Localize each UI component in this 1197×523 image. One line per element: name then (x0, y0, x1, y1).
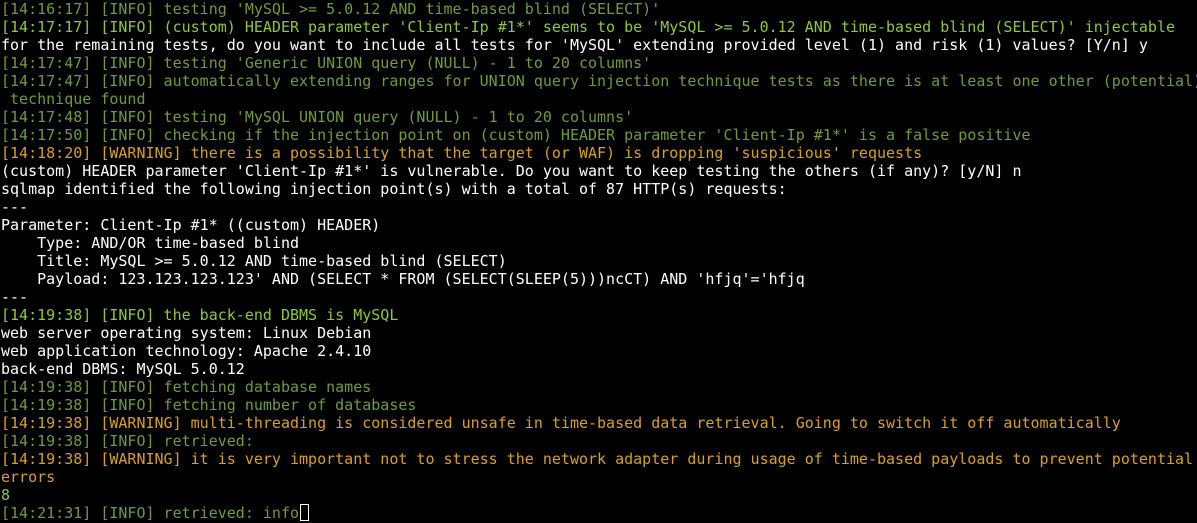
log-text: technique found (1, 90, 146, 108)
injection-type: Type: AND/OR time-based blind (1, 234, 1197, 252)
log-line: [14:17:47] [INFO] automatically extendin… (1, 72, 1197, 90)
log-text: [14:19:38] [INFO] fetching number of dat… (1, 396, 417, 414)
log-text: for the remaining tests, do you want to … (1, 36, 1148, 54)
log-text: Type: AND/OR time-based blind (1, 234, 300, 252)
log-text: [14:19:38] [INFO] retrieved: (1, 432, 254, 450)
warning-line: [14:19:38] [WARNING] it is very importan… (1, 450, 1197, 468)
injection-parameter: Parameter: Client-Ip #1* ((custom) HEADE… (1, 216, 1197, 234)
log-text: [14:19:38] [INFO] the back-end DBMS is M… (1, 306, 399, 324)
log-text: [14:17:47] [INFO] testing 'Generic UNION… (1, 54, 652, 72)
prompt-line: for the remaining tests, do you want to … (1, 36, 1197, 54)
log-text: errors (1, 468, 56, 486)
injection-title: Title: MySQL >= 5.0.12 AND time-based bl… (1, 252, 1197, 270)
log-text: [14:19:38] [WARNING] it is very importan… (1, 450, 1194, 468)
separator-line: --- (1, 288, 1197, 306)
log-line: [14:17:50] [INFO] checking if the inject… (1, 126, 1197, 144)
warning-line: [14:18:20] [WARNING] there is a possibil… (1, 144, 1197, 162)
output-line: 8 (1, 486, 1197, 504)
log-text: [14:16:17] [INFO] testing 'MySQL >= 5.0.… (1, 0, 661, 18)
log-text: [14:17:50] [INFO] checking if the inject… (1, 126, 1031, 144)
prompt-line: (custom) HEADER parameter 'Client-Ip #1*… (1, 162, 1197, 180)
log-text: web application technology: Apache 2.4.1… (1, 342, 372, 360)
log-line: [14:17:48] [INFO] testing 'MySQL UNION q… (1, 108, 1197, 126)
log-text: [14:21:31] [INFO] retrieved: info (1, 504, 300, 522)
log-text: [14:17:47] [INFO] automatically extendin… (1, 72, 1197, 90)
output-line: sqlmap identified the following injectio… (1, 180, 1197, 198)
log-line: [14:19:38] [INFO] the back-end DBMS is M… (1, 306, 1197, 324)
log-line: [14:19:38] [INFO] fetching number of dat… (1, 396, 1197, 414)
warning-line: errors (1, 468, 1197, 486)
log-text: [14:17:48] [INFO] testing 'MySQL UNION q… (1, 108, 634, 126)
log-text: Payload: 123.123.123.123' AND (SELECT * … (1, 270, 805, 288)
log-text: [14:18:20] [WARNING] there is a possibil… (1, 144, 923, 162)
log-line: [14:17:47] [INFO] testing 'Generic UNION… (1, 54, 1197, 72)
terminal-output[interactable]: [14:16:17] [INFO] testing 'MySQL >= 5.0.… (0, 0, 1197, 523)
warning-line: [14:19:38] [WARNING] multi-threading is … (1, 414, 1197, 432)
log-line: [14:17:17] [INFO] (custom) HEADER parame… (1, 18, 1197, 36)
log-text: (custom) HEADER parameter 'Client-Ip #1*… (1, 162, 1022, 180)
log-text: Parameter: Client-Ip #1* ((custom) HEADE… (1, 216, 381, 234)
output-line: back-end DBMS: MySQL 5.0.12 (1, 360, 1197, 378)
log-text: web server operating system: Linux Debia… (1, 324, 372, 342)
separator-line: --- (1, 198, 1197, 216)
log-text: 8 (1, 486, 11, 504)
log-text: Title: MySQL >= 5.0.12 AND time-based bl… (1, 252, 507, 270)
injection-payload: Payload: 123.123.123.123' AND (SELECT * … (1, 270, 1197, 288)
log-text: --- (1, 198, 29, 216)
log-line: technique found (1, 90, 1197, 108)
log-line: [14:21:31] [INFO] retrieved: info (1, 504, 1197, 522)
log-text: back-end DBMS: MySQL 5.0.12 (1, 360, 245, 378)
log-text: [14:17:17] [INFO] (custom) HEADER parame… (1, 18, 1175, 36)
log-line: [14:16:17] [INFO] testing 'MySQL >= 5.0.… (1, 0, 1197, 18)
log-text: --- (1, 288, 29, 306)
log-line: [14:19:38] [INFO] fetching database name… (1, 378, 1197, 396)
log-text: [14:19:38] [INFO] fetching database name… (1, 378, 372, 396)
text-cursor[interactable] (300, 504, 310, 521)
log-text: [14:19:38] [WARNING] multi-threading is … (1, 414, 1121, 432)
log-text: sqlmap identified the following injectio… (1, 180, 787, 198)
output-line: web application technology: Apache 2.4.1… (1, 342, 1197, 360)
output-line: web server operating system: Linux Debia… (1, 324, 1197, 342)
log-line: [14:19:38] [INFO] retrieved: (1, 432, 1197, 450)
